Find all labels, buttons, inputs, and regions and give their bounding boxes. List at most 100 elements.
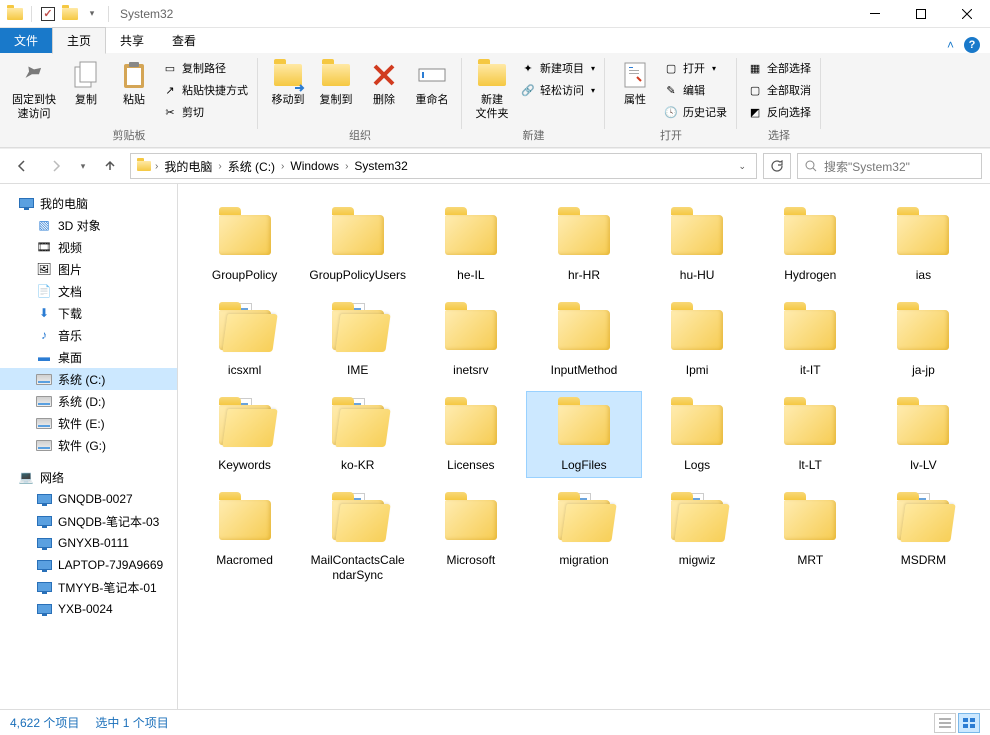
tree-drive-g[interactable]: 软件 (G:) xyxy=(0,434,177,456)
tree-drive-d[interactable]: 系统 (D:) xyxy=(0,390,177,412)
minimize-button[interactable] xyxy=(852,0,898,28)
tree-videos[interactable]: 🎞视频 xyxy=(0,236,177,258)
folder-item[interactable]: Keywords xyxy=(188,392,301,477)
tree-net-4[interactable]: LAPTOP-7J9A9669 xyxy=(0,554,177,576)
tree-net-3[interactable]: GNYXB-0111 xyxy=(0,532,177,554)
move-to-button[interactable]: 移动到 xyxy=(264,57,312,109)
navigation-pane[interactable]: 我的电脑 ▧3D 对象 🎞视频 🖼图片 📄文档 ⬇下载 ♪音乐 ▬桌面 系统 (… xyxy=(0,184,178,709)
folder-item[interactable]: Macromed xyxy=(188,487,301,587)
close-button[interactable] xyxy=(944,0,990,28)
chevron-right-icon[interactable]: › xyxy=(279,161,286,172)
copy-path-button[interactable]: ▭复制路径 xyxy=(158,57,252,79)
tree-net-5[interactable]: TMYYB-笔记本-01 xyxy=(0,576,177,598)
tab-view[interactable]: 查看 xyxy=(158,28,210,53)
folder-item[interactable]: ja-jp xyxy=(867,297,980,382)
folder-item[interactable]: migwiz xyxy=(641,487,754,587)
folder-item[interactable]: InputMethod xyxy=(527,297,640,382)
tree-desktop[interactable]: ▬桌面 xyxy=(0,346,177,368)
up-button[interactable] xyxy=(96,152,124,180)
delete-button[interactable]: 删除 xyxy=(360,57,408,109)
properties-qat[interactable]: ✓ xyxy=(39,5,57,23)
tree-pictures[interactable]: 🖼图片 xyxy=(0,258,177,280)
help-icon[interactable]: ? xyxy=(964,37,980,53)
open-button[interactable]: ▢打开▾ xyxy=(659,57,731,79)
tree-net-6[interactable]: YXB-0024 xyxy=(0,598,177,620)
tree-drive-e[interactable]: 软件 (E:) xyxy=(0,412,177,434)
folder-item[interactable]: he-IL xyxy=(414,202,527,287)
new-folder-button[interactable]: 新建 文件夹 xyxy=(468,57,516,123)
folder-item[interactable]: GroupPolicyUsers xyxy=(301,202,414,287)
folder-item[interactable]: Hydrogen xyxy=(754,202,867,287)
folder-item[interactable]: MRT xyxy=(754,487,867,587)
rename-button[interactable]: 重命名 xyxy=(408,57,456,109)
folder-item[interactable]: Licenses xyxy=(414,392,527,477)
search-input[interactable]: 搜索"System32" xyxy=(797,153,982,179)
folder-item[interactable]: Logs xyxy=(641,392,754,477)
cut-button[interactable]: ✂剪切 xyxy=(158,101,252,123)
address-bar[interactable]: › 我的电脑 › 系统 (C:) › Windows › System32 ⌄ xyxy=(130,153,757,179)
folder-item[interactable]: hu-HU xyxy=(641,202,754,287)
copy-button[interactable]: 复制 xyxy=(62,57,110,109)
folder-item[interactable]: migration xyxy=(527,487,640,587)
back-button[interactable] xyxy=(8,152,36,180)
folder-item[interactable]: it-IT xyxy=(754,297,867,382)
tree-documents[interactable]: 📄文档 xyxy=(0,280,177,302)
crumb-system32[interactable]: System32 xyxy=(350,159,411,173)
folder-item[interactable]: MSDRM xyxy=(867,487,980,587)
tree-music[interactable]: ♪音乐 xyxy=(0,324,177,346)
refresh-button[interactable] xyxy=(763,153,791,179)
folder-item[interactable]: MailContactsCalendarSync xyxy=(301,487,414,587)
tree-net-2[interactable]: GNQDB-笔记本-03 xyxy=(0,510,177,532)
folder-icon xyxy=(6,5,24,23)
folder-item[interactable]: inetsrv xyxy=(414,297,527,382)
tree-net-1[interactable]: GNQDB-0027 xyxy=(0,488,177,510)
folder-item[interactable]: lv-LV xyxy=(867,392,980,477)
folder-item[interactable]: LogFiles xyxy=(527,392,640,477)
folder-item[interactable]: ias xyxy=(867,202,980,287)
forward-button[interactable] xyxy=(42,152,70,180)
select-all-button[interactable]: ▦全部选择 xyxy=(743,57,815,79)
folder-item[interactable]: ko-KR xyxy=(301,392,414,477)
select-none-button[interactable]: ▢全部取消 xyxy=(743,79,815,101)
file-list[interactable]: GroupPolicyGroupPolicyUsershe-ILhr-HRhu-… xyxy=(178,184,990,709)
crumb-pc[interactable]: 我的电脑 xyxy=(160,158,216,175)
address-dropdown[interactable]: ⌄ xyxy=(732,161,752,172)
tab-home[interactable]: 主页 xyxy=(52,27,106,54)
properties-button[interactable]: 属性 xyxy=(611,57,659,109)
recent-dropdown[interactable]: ▾ xyxy=(76,152,90,180)
paste-button[interactable]: 粘贴 xyxy=(110,57,158,109)
folder-item[interactable]: lt-LT xyxy=(754,392,867,477)
details-view-button[interactable] xyxy=(934,713,956,733)
chevron-right-icon[interactable]: › xyxy=(216,161,223,172)
folder-item[interactable]: icsxml xyxy=(188,297,301,382)
chevron-right-icon[interactable]: › xyxy=(343,161,350,172)
icons-view-button[interactable] xyxy=(958,713,980,733)
history-button[interactable]: 🕓历史记录 xyxy=(659,101,731,123)
tab-file[interactable]: 文件 xyxy=(0,28,52,53)
folder-item[interactable]: Ipmi xyxy=(641,297,754,382)
folder-item[interactable]: GroupPolicy xyxy=(188,202,301,287)
ribbon-group-select: ▦全部选择 ▢全部取消 ◩反向选择 选择 xyxy=(737,53,821,147)
tree-network[interactable]: 💻网络 xyxy=(0,466,177,488)
tree-downloads[interactable]: ⬇下载 xyxy=(0,302,177,324)
paste-shortcut-button[interactable]: ↗粘贴快捷方式 xyxy=(158,79,252,101)
tree-drive-c[interactable]: 系统 (C:) xyxy=(0,368,177,390)
qat-dropdown[interactable]: ▾ xyxy=(83,5,101,23)
new-item-button[interactable]: ✦新建项目▾ xyxy=(516,57,599,79)
collapse-ribbon-icon[interactable]: ˄ xyxy=(947,38,954,52)
chevron-right-icon[interactable]: › xyxy=(153,161,160,172)
tree-3d-objects[interactable]: ▧3D 对象 xyxy=(0,214,177,236)
maximize-button[interactable] xyxy=(898,0,944,28)
folder-item[interactable]: Microsoft xyxy=(414,487,527,587)
pin-button[interactable]: 固定到快 速访问 xyxy=(6,57,62,123)
crumb-windows[interactable]: Windows xyxy=(286,159,343,173)
edit-button[interactable]: ✎编辑 xyxy=(659,79,731,101)
easy-access-button[interactable]: 🔗轻松访问▾ xyxy=(516,79,599,101)
crumb-c[interactable]: 系统 (C:) xyxy=(224,158,279,175)
tree-my-pc[interactable]: 我的电脑 xyxy=(0,192,177,214)
folder-item[interactable]: hr-HR xyxy=(527,202,640,287)
invert-selection-button[interactable]: ◩反向选择 xyxy=(743,101,815,123)
folder-item[interactable]: IME xyxy=(301,297,414,382)
tab-share[interactable]: 共享 xyxy=(106,28,158,53)
copy-to-button[interactable]: 复制到 xyxy=(312,57,360,109)
